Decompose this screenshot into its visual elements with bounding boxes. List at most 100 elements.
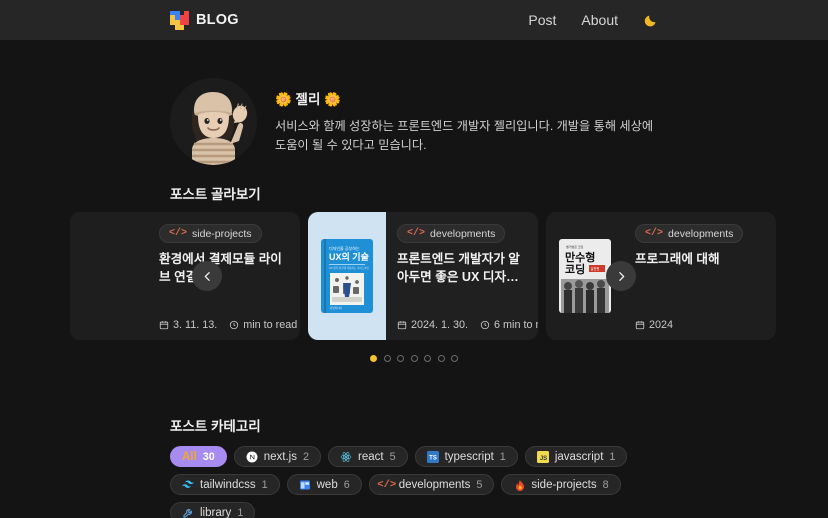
clock-icon xyxy=(480,320,490,330)
web-icon xyxy=(299,479,311,491)
carousel-dot[interactable] xyxy=(451,355,458,362)
wrench-icon xyxy=(182,507,194,518)
moon-icon[interactable] xyxy=(643,13,658,28)
card-tag-label: developments xyxy=(430,227,496,240)
card-thumbnail: 디자인을 공부하는 UX의 기술 UX 원칙 실무에 적용하는 가이드라인 한빛… xyxy=(308,212,386,340)
nav-post[interactable]: Post xyxy=(528,12,556,28)
card-tag[interactable]: </> developments xyxy=(397,224,506,243)
fire-icon xyxy=(513,479,525,491)
carousel-prev-button[interactable] xyxy=(192,261,222,291)
carousel-dot[interactable] xyxy=(383,355,391,362)
brand-logo[interactable]: BLOG xyxy=(170,10,239,30)
categories-section: 포스트 카테고리 All 30 next.js 2 react 5 TS typ… xyxy=(170,415,658,518)
category-chip-label: tailwindcss xyxy=(200,478,256,491)
category-chip-label: react xyxy=(357,450,384,463)
calendar-icon xyxy=(635,321,645,330)
category-chip-label: next.js xyxy=(263,450,297,463)
calendar-icon xyxy=(397,321,407,330)
svg-text:디자인을 공부하는: 디자인을 공부하는 xyxy=(329,245,360,251)
card-date: 2024 xyxy=(649,319,674,331)
svg-text:코딩: 코딩 xyxy=(565,262,585,276)
code-icon: </> xyxy=(407,228,426,239)
category-chip-count: 2 xyxy=(302,450,309,463)
nav-about[interactable]: About xyxy=(581,12,618,28)
category-chip-label: typescript xyxy=(444,450,494,463)
carousel-next-button[interactable] xyxy=(606,261,636,291)
card-tag-label: side-projects xyxy=(192,227,252,240)
svg-text:JS: JS xyxy=(540,456,547,462)
category-chip-label: All xyxy=(182,450,197,463)
category-chip-web[interactable]: web 6 xyxy=(286,474,362,495)
category-chip-all[interactable]: All 30 xyxy=(170,446,227,467)
category-chip-count: 1 xyxy=(499,450,506,463)
category-chip-list: All 30 next.js 2 react 5 TS typescript 1… xyxy=(170,446,658,518)
card-readtime: 6 min to read xyxy=(494,319,538,331)
carousel-card-active[interactable]: 디자인을 공부하는 UX의 기술 UX 원칙 실무에 적용하는 가이드라인 한빛… xyxy=(308,212,538,340)
site-header: BLOG Post About xyxy=(0,0,828,40)
category-chip-count: 6 xyxy=(343,478,350,491)
card-meta: 2024 xyxy=(635,319,765,331)
category-chip-side-projects[interactable]: side-projects 8 xyxy=(501,474,621,495)
code-icon: </> xyxy=(377,478,397,491)
carousel-title: 포스트 골라보기 xyxy=(170,187,261,202)
category-chip-library[interactable]: library 1 xyxy=(170,502,256,518)
clock-icon xyxy=(230,320,239,330)
book-cover-image: 벌거벗은 코딩 만수형 코딩 실전편 xyxy=(559,239,611,313)
card-title: 프론트엔드 개발자가 알아두면 좋은 UX 디자인 원칙 5가지 xyxy=(397,252,520,284)
memoji-avatar xyxy=(170,78,257,165)
category-chip-developments[interactable]: </> developments 5 xyxy=(368,474,495,495)
carousel-card[interactable]: </> side-projects 환경에서 결제모듈 라이브 연결하기 3. … xyxy=(70,212,300,340)
category-chip-count: 5 xyxy=(389,450,396,463)
category-chip-tailwindcss[interactable]: tailwindcss 1 xyxy=(170,474,280,495)
post-carousel: </> side-projects 환경에서 결제모듈 라이브 연결하기 3. … xyxy=(70,212,776,340)
carousel-dot[interactable] xyxy=(437,355,445,362)
carousel-dot[interactable] xyxy=(397,355,404,362)
category-chip-typescript[interactable]: TS typescript 1 xyxy=(414,446,518,467)
category-chip-label: side-projects xyxy=(531,478,597,491)
category-chip-react[interactable]: react 5 xyxy=(327,446,408,467)
card-tag[interactable]: </> developments xyxy=(635,224,744,243)
svg-text:만수형: 만수형 xyxy=(565,250,595,264)
card-title: 환경에서 결제모듈 라이브 연결하기 xyxy=(159,252,282,284)
card-meta: 2024. 1. 30. 6 min to read xyxy=(397,319,538,331)
profile-name: 🌼 젤리 🌼 xyxy=(275,92,341,107)
calendar-icon xyxy=(159,321,169,330)
svg-text:UX 원칙 실무에 적용하는 가이드라인: UX 원칙 실무에 적용하는 가이드라인 xyxy=(329,266,370,270)
carousel-dot[interactable] xyxy=(370,355,377,362)
chevron-left-icon xyxy=(204,271,210,281)
card-date: 2024. 1. 30. xyxy=(411,319,469,331)
profile-bio: 서비스와 함께 성장하는 프론트엔드 개발자 젤리입니다. 개발을 통해 세상에… xyxy=(275,119,654,152)
svg-text:TS: TS xyxy=(429,455,437,461)
category-chip-count: 5 xyxy=(476,478,483,491)
category-chip-count: 1 xyxy=(237,506,244,518)
react-icon xyxy=(340,451,352,463)
code-icon: </> xyxy=(169,228,188,239)
svg-text:한빛미디어: 한빛미디어 xyxy=(330,306,343,310)
card-tag[interactable]: </> side-projects xyxy=(159,224,262,243)
code-icon: </> xyxy=(645,228,664,239)
carousel-card[interactable]: 벌거벗은 코딩 만수형 코딩 실전편 </> developments 프로그래… xyxy=(546,212,776,340)
tailwind-icon xyxy=(182,479,194,491)
category-chip-count: 1 xyxy=(261,478,268,491)
card-meta: 3. 11. 13. min to read xyxy=(159,319,297,331)
category-chip-count: 30 xyxy=(202,450,215,463)
category-chip-count: 8 xyxy=(602,478,609,491)
svg-text:실전편: 실전편 xyxy=(591,266,600,271)
category-chip-javascript[interactable]: JS javascript 1 xyxy=(524,446,628,467)
carousel-dot[interactable] xyxy=(410,355,418,362)
carousel-dot[interactable] xyxy=(424,355,431,362)
svg-text:UX의 기술: UX의 기술 xyxy=(329,251,369,262)
carousel-dots xyxy=(170,355,658,362)
page-root: BLOG Post About 🌼 젤리 🌼 서비스와 함께 성장하는 프론트엔… xyxy=(0,0,828,518)
svg-text:벌거벗은 코딩: 벌거벗은 코딩 xyxy=(566,244,584,249)
card-readtime: min to read xyxy=(243,319,298,331)
card-date: 3. 11. 13. xyxy=(173,319,218,331)
category-chip-label: library xyxy=(200,506,232,518)
category-chip-label: javascript xyxy=(554,450,604,463)
puzzle-blocks-icon xyxy=(170,10,189,30)
nextjs-icon xyxy=(246,451,258,463)
category-chip-nextjs[interactable]: next.js 2 xyxy=(233,446,321,467)
chevron-right-icon xyxy=(618,271,624,281)
profile-section: 🌼 젤리 🌼 서비스와 함께 성장하는 프론트엔드 개발자 젤리입니다. 개발을… xyxy=(170,40,658,165)
carousel-track: </> side-projects 환경에서 결제모듈 라이브 연결하기 3. … xyxy=(70,212,776,340)
